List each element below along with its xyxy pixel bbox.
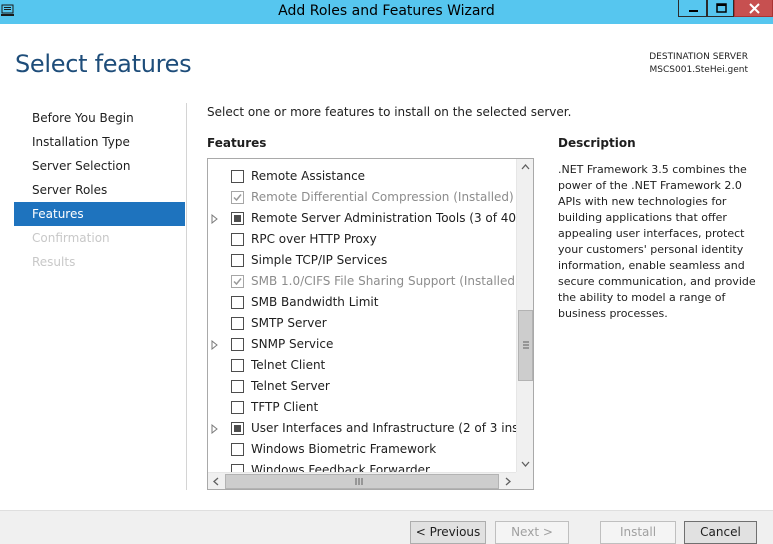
vertical-scroll-thumb[interactable] [518, 310, 533, 381]
destination-server: DESTINATION SERVER MSCS001.SteHei.gent [649, 51, 748, 77]
feature-label: SMTP Server [251, 316, 327, 330]
feature-row[interactable]: Remote Assistance [208, 166, 516, 187]
nav-item-results: Results [32, 255, 76, 269]
feature-row[interactable]: SMB Bandwidth Limit [208, 292, 516, 313]
feature-checkbox[interactable] [231, 212, 244, 225]
feature-checkbox[interactable] [231, 317, 244, 330]
nav-item-server-roles[interactable]: Server Roles [14, 178, 185, 202]
feature-checkbox [231, 191, 244, 204]
feature-label: SNMP Service [251, 337, 334, 351]
expand-arrow-icon[interactable] [211, 339, 219, 351]
feature-label: Simple TCP/IP Services [251, 253, 388, 267]
instruction-text: Select one or more features to install o… [207, 105, 572, 119]
feature-row[interactable]: RPC over HTTP Proxy [208, 229, 516, 250]
feature-label: Remote Differential Compression (Install… [251, 190, 514, 204]
title-bar: Add Roles and Features Wizard [0, 0, 773, 24]
check-icon [233, 194, 242, 202]
window-title: Add Roles and Features Wizard [278, 3, 495, 19]
feature-checkbox[interactable] [231, 170, 244, 183]
scroll-right-icon[interactable] [499, 473, 516, 489]
feature-checkbox[interactable] [231, 422, 244, 435]
install-button: Install [600, 521, 676, 544]
feature-checkbox[interactable] [231, 401, 244, 414]
check-icon [233, 278, 242, 286]
nav-item-features[interactable]: Features [14, 202, 185, 226]
feature-label: SMB 1.0/CIFS File Sharing Support (Insta… [251, 274, 516, 288]
partial-check-indicator [234, 425, 241, 432]
feature-label: Remote Assistance [251, 169, 366, 183]
feature-row[interactable]: Windows Biometric Framework [208, 439, 516, 460]
destination-label: DESTINATION SERVER [649, 52, 748, 62]
expand-arrow-icon[interactable] [211, 213, 219, 225]
cancel-button[interactable]: Cancel [684, 521, 757, 544]
scroll-left-icon[interactable] [208, 473, 225, 489]
feature-label: RPC over HTTP Proxy [251, 232, 377, 246]
nav-item-server-selection[interactable]: Server Selection [14, 154, 185, 178]
feature-checkbox[interactable] [231, 464, 244, 472]
feature-checkbox[interactable] [231, 380, 244, 393]
nav-divider [186, 103, 187, 490]
feature-label: Telnet Server [251, 379, 330, 393]
feature-row[interactable]: Windows Feedback Forwarder [208, 460, 516, 472]
vertical-scrollbar[interactable] [516, 159, 533, 472]
feature-label: User Interfaces and Infrastructure (2 of… [251, 421, 516, 435]
feature-label: TFTP Client [251, 400, 319, 414]
horizontal-scrollbar[interactable] [208, 472, 516, 489]
feature-checkbox[interactable] [231, 359, 244, 372]
feature-row[interactable]: Telnet Server [208, 376, 516, 397]
nav-item-installation-type[interactable]: Installation Type [14, 130, 185, 154]
feature-checkbox[interactable] [231, 443, 244, 456]
feature-checkbox[interactable] [231, 254, 244, 267]
feature-checkbox[interactable] [231, 338, 244, 351]
feature-label: SMB Bandwidth Limit [251, 295, 379, 309]
maximize-button[interactable] [707, 0, 734, 17]
horizontal-scroll-thumb[interactable] [225, 474, 499, 489]
feature-row[interactable]: Remote Differential Compression (Install… [208, 187, 516, 208]
feature-row[interactable]: Telnet Client [208, 355, 516, 376]
feature-row[interactable]: SNMP Service [208, 334, 516, 355]
feature-checkbox [231, 275, 244, 288]
feature-row[interactable]: SMB 1.0/CIFS File Sharing Support (Insta… [208, 271, 516, 292]
nav-item-confirmation: Confirmation [32, 231, 110, 245]
feature-row[interactable]: TFTP Client [208, 397, 516, 418]
features-heading: Features [207, 136, 267, 150]
features-list: Remote Assistance Remote Differential Com… [208, 159, 516, 472]
next-button: Next > [495, 521, 569, 544]
destination-server-name: MSCS001.SteHei.gent [649, 65, 748, 75]
feature-row[interactable]: Remote Server Administration Tools (3 of… [208, 208, 516, 229]
feature-row[interactable]: SMTP Server [208, 313, 516, 334]
feature-row[interactable]: User Interfaces and Infrastructure (2 of… [208, 418, 516, 439]
scroll-up-icon[interactable] [517, 159, 533, 176]
wizard-nav: Before You Begin Installation Type Serve… [14, 106, 185, 274]
feature-label: Windows Biometric Framework [251, 442, 437, 456]
feature-label: Telnet Client [251, 358, 326, 372]
feature-label: Remote Server Administration Tools (3 of… [251, 211, 516, 225]
feature-row[interactable]: Simple TCP/IP Services [208, 250, 516, 271]
previous-button[interactable]: < Previous [410, 521, 486, 544]
page-title: Select features [15, 50, 192, 78]
description-text: .NET Framework 3.5 combines the power of… [558, 163, 756, 320]
feature-checkbox[interactable] [231, 296, 244, 309]
partial-check-indicator [234, 215, 241, 222]
feature-label: Windows Feedback Forwarder [251, 463, 430, 472]
scrollbar-corner [516, 472, 533, 489]
description-heading: Description [558, 136, 636, 150]
features-tree[interactable]: Remote Assistance Remote Differential Com… [207, 158, 534, 490]
scroll-down-icon[interactable] [517, 455, 533, 472]
close-button[interactable] [734, 0, 773, 17]
feature-checkbox[interactable] [231, 233, 244, 246]
expand-arrow-icon[interactable] [211, 423, 219, 435]
minimize-button[interactable] [678, 0, 707, 17]
nav-item-before-you-begin[interactable]: Before You Begin [14, 106, 185, 130]
